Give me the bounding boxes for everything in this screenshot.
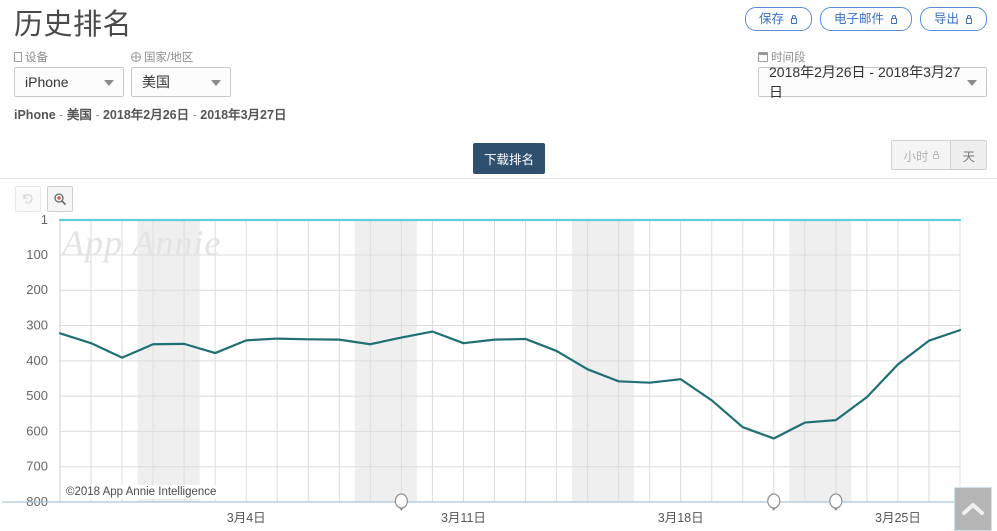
- chevron-down-icon: [967, 80, 977, 86]
- device-filter: 设备 iPhone: [14, 50, 124, 97]
- tab-row: 下载排名 小时 天: [0, 140, 997, 174]
- lock-icon: [932, 151, 939, 159]
- balloon-marker[interactable]: [767, 493, 781, 511]
- x-axis-tick-label: 3月25日: [875, 511, 921, 525]
- lock-icon: [790, 14, 798, 24]
- x-axis-tick-label: 3月18日: [658, 511, 704, 525]
- section-divider: [0, 178, 997, 179]
- balloon-marker[interactable]: [829, 493, 843, 511]
- daterange-select[interactable]: 2018年2月26日 - 2018年3月27日: [758, 64, 987, 100]
- granularity-hour-label: 小时: [903, 149, 929, 164]
- device-select[interactable]: iPhone: [14, 67, 124, 97]
- rank-chart[interactable]: 1 100 200 300 400 500 600 700 800 3月4日 3月11日 3月18日 3…: [0, 205, 997, 531]
- y-axis-tick-label: 100: [26, 247, 48, 262]
- breadcrumb-separator: -: [95, 108, 100, 122]
- rank-chart-svg[interactable]: 11002003004005006007008003月4日 3月11日 3月18日 3…: [0, 205, 997, 531]
- copyright-notice: ©2018 App Annie Intelligence: [63, 485, 220, 499]
- y-axis-tick-label: 500: [26, 388, 48, 403]
- country-select[interactable]: 美国: [131, 67, 231, 97]
- country-select-value: 美国: [142, 74, 170, 90]
- chevron-up-icon: [962, 503, 984, 515]
- email-button-label: 电子邮件: [833, 11, 884, 26]
- globe-icon: [131, 52, 141, 62]
- granularity-day-button[interactable]: 天: [951, 141, 986, 169]
- breadcrumb-separator: -: [192, 108, 197, 122]
- y-axis-tick-label: 600: [26, 423, 48, 438]
- lock-icon: [965, 14, 973, 24]
- y-axis-tick-label: 300: [26, 318, 48, 333]
- granularity-toggle: 小时 天: [891, 140, 987, 170]
- save-button[interactable]: 保存: [744, 7, 812, 31]
- balloon-marker[interactable]: [394, 493, 408, 511]
- x-axis-tick-label: 3月11日: [441, 511, 486, 525]
- calendar-icon: [758, 52, 768, 62]
- export-button[interactable]: 导出: [919, 7, 987, 31]
- country-filter: 国家/地区 美国: [131, 50, 231, 97]
- y-axis-tick-label: 200: [26, 282, 48, 297]
- tab-download-rank[interactable]: 下载排名: [473, 143, 546, 174]
- historical-ranks-page: 历史排名 保存 电子邮件 导出 设备 iPhone 国家/地区 美国 时间段 2…: [0, 0, 997, 531]
- country-filter-label-text: 国家/地区: [144, 52, 194, 64]
- daterange-select-value: 2018年2月26日 - 2018年3月27日: [769, 64, 961, 100]
- y-axis-tick-label: 400: [26, 353, 48, 368]
- device-select-value: iPhone: [25, 74, 69, 90]
- country-filter-label: 国家/地区: [131, 50, 231, 64]
- breadcrumb-start-date: 2018年2月26日: [102, 108, 190, 122]
- daterange-filter: 时间段 2018年2月26日 - 2018年3月27日: [758, 50, 987, 100]
- device-icon: [14, 52, 22, 62]
- magnifier-plus-icon: [54, 193, 67, 206]
- y-axis-tick-label: 1: [41, 212, 48, 227]
- granularity-day-label: 天: [962, 149, 975, 164]
- lock-icon: [890, 14, 898, 24]
- save-button-label: 保存: [758, 11, 784, 26]
- x-axis-tick-label: 3月4日: [227, 511, 266, 525]
- breadcrumb-separator: -: [59, 108, 64, 122]
- device-filter-label: 设备: [14, 50, 124, 64]
- email-button[interactable]: 电子邮件: [819, 7, 912, 31]
- chevron-down-icon: [211, 80, 221, 86]
- page-title: 历史排名: [14, 9, 133, 41]
- breadcrumb-device: iPhone: [14, 108, 56, 122]
- device-filter-label-text: 设备: [25, 52, 48, 64]
- export-button-label: 导出: [933, 11, 959, 26]
- chevron-down-icon: [104, 80, 114, 86]
- granularity-hour-button[interactable]: 小时: [892, 141, 952, 169]
- breadcrumb-country: 美国: [66, 108, 92, 122]
- breadcrumb-end-date: 2018年3月27日: [200, 108, 287, 122]
- action-bar: 保存 电子邮件 导出: [744, 7, 987, 31]
- scroll-to-top-button[interactable]: [954, 487, 992, 531]
- undo-icon: [23, 194, 33, 204]
- y-axis-tick-label: 700: [26, 459, 48, 474]
- breadcrumb: iPhone - 美国 - 2018年2月26日 - 2018年3月27日: [14, 104, 286, 123]
